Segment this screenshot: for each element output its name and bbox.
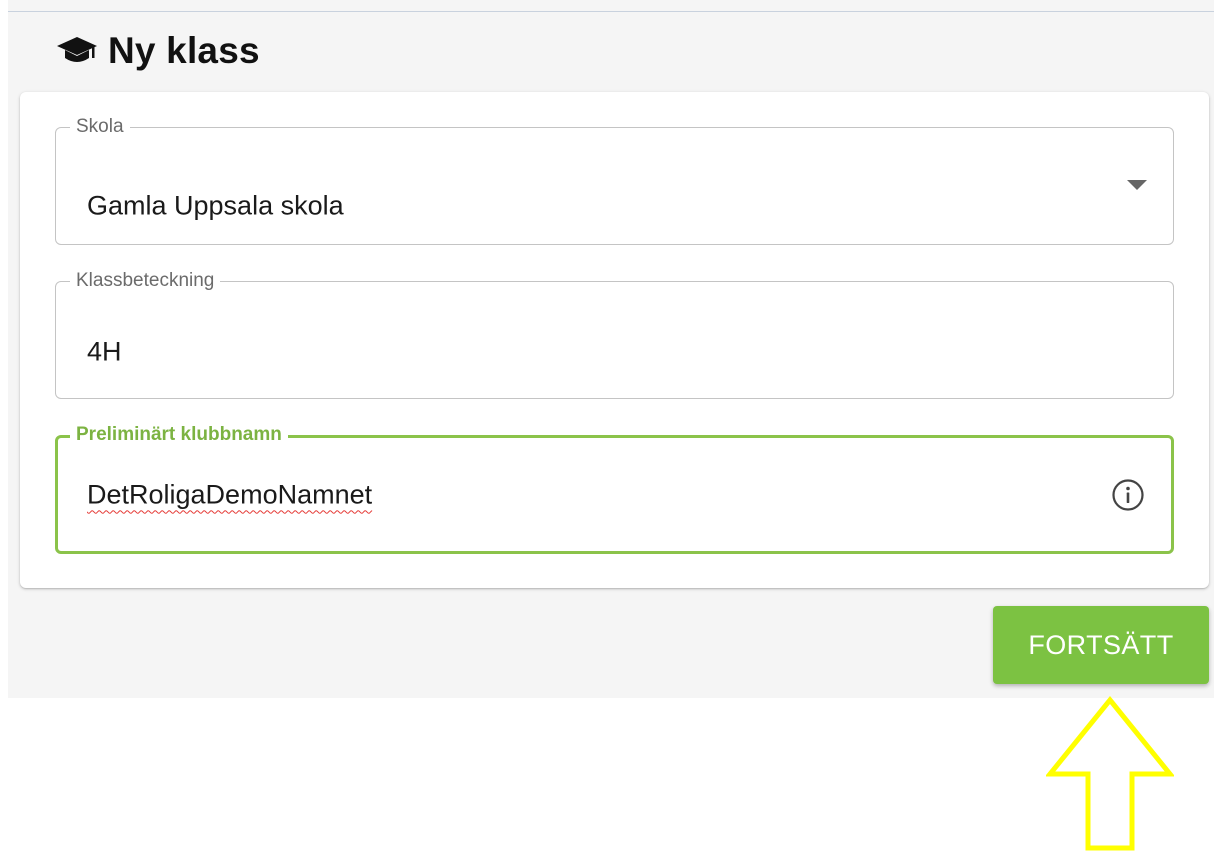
- page-title: Ny klass: [108, 30, 260, 71]
- class-designation-field[interactable]: Klassbeteckning 4H: [55, 270, 1174, 399]
- school-value: Gamla Uppsala skola: [87, 190, 344, 221]
- school-label: Skola: [70, 116, 130, 138]
- school-select[interactable]: Skola Gamla Uppsala skola: [55, 116, 1174, 245]
- class-designation-value: 4H: [87, 336, 122, 367]
- graduation-cap-icon: [56, 35, 98, 67]
- class-designation-label: Klassbeteckning: [70, 270, 221, 292]
- chevron-down-icon[interactable]: [1127, 180, 1147, 190]
- club-name-label: Preliminärt klubbnamn: [70, 424, 288, 446]
- page-header: Ny klass: [56, 28, 260, 74]
- form-card: Skola Gamla Uppsala skola Klassbetecknin…: [20, 92, 1209, 588]
- continue-button[interactable]: FORTSÄTT: [993, 606, 1209, 684]
- top-divider: [8, 11, 1214, 12]
- club-name-field[interactable]: Preliminärt klubbnamn DetRoligaDemoNamne…: [55, 424, 1174, 554]
- club-name-value: DetRoligaDemoNamnet: [87, 479, 373, 510]
- info-icon[interactable]: [1111, 478, 1145, 512]
- arrow-up-icon: [1046, 696, 1174, 851]
